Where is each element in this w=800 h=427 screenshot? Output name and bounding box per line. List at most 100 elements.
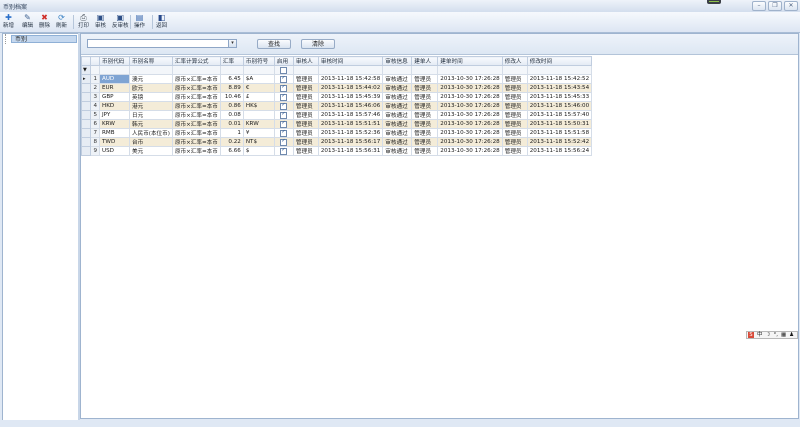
cell-code[interactable]: KRW: [99, 119, 130, 129]
cell-modifier[interactable]: 管理员: [501, 137, 528, 147]
minimize-button[interactable]: –: [752, 1, 766, 11]
enabled-checkbox[interactable]: [280, 129, 288, 137]
cell-enabled[interactable]: [273, 119, 294, 129]
cell-audit-info[interactable]: 审核通过: [382, 110, 413, 120]
column-header[interactable]: 币别符号: [242, 56, 275, 66]
cell-formula[interactable]: 原币×汇率=本币: [171, 83, 221, 93]
filter-cell[interactable]: [273, 65, 294, 75]
cell-symbol[interactable]: [242, 110, 275, 120]
column-header[interactable]: 启用: [273, 56, 294, 66]
cell-modifier[interactable]: 管理员: [501, 110, 528, 120]
cell-name[interactable]: 日元: [129, 110, 173, 120]
search-combo[interactable]: ▾: [87, 39, 237, 48]
cell-modifier[interactable]: 管理员: [501, 128, 528, 138]
cell-audit-time[interactable]: 2013-11-18 15:57:46: [317, 110, 384, 120]
column-header[interactable]: 建单时间: [437, 56, 503, 66]
cell-enabled[interactable]: [273, 92, 294, 102]
row-indicator[interactable]: ▸: [81, 74, 91, 84]
row-indicator[interactable]: [81, 137, 91, 147]
table-row[interactable]: 8TWD台币原币×汇率=本币0.22NT$管理员2013-11-18 15:56…: [81, 137, 593, 147]
column-header[interactable]: 审核人: [292, 56, 319, 66]
cell-create-time[interactable]: 2013-10-30 17:26:28: [437, 146, 503, 156]
filter-cell[interactable]: [382, 65, 413, 75]
toolbar-button-edit[interactable]: ✎ 编辑: [22, 13, 33, 31]
enabled-checkbox[interactable]: [280, 93, 288, 101]
filter-cell[interactable]: [437, 65, 503, 75]
moon-icon[interactable]: ☽: [766, 331, 771, 339]
cell-auditor[interactable]: 管理员: [292, 110, 319, 120]
filter-cell[interactable]: [219, 65, 244, 75]
cell-audit-time[interactable]: 2013-11-18 15:44:02: [317, 83, 384, 93]
cell-enabled[interactable]: [273, 146, 294, 156]
cell-auditor[interactable]: 管理员: [292, 119, 319, 129]
cell-modifier[interactable]: 管理员: [501, 92, 528, 102]
cell-audit-time[interactable]: 2013-11-18 15:51:51: [317, 119, 384, 129]
drag-grip[interactable]: [707, 0, 721, 4]
cell-auditor[interactable]: 管理员: [292, 74, 319, 84]
cell-name[interactable]: 人民币(本位币): [129, 128, 173, 138]
cell-auditor[interactable]: 管理员: [292, 101, 319, 111]
enabled-checkbox[interactable]: [280, 102, 288, 110]
filter-cell[interactable]: [171, 65, 221, 75]
cell-audit-info[interactable]: 审核通过: [382, 146, 413, 156]
filter-cell[interactable]: [526, 65, 593, 75]
cell-symbol[interactable]: $: [242, 146, 275, 156]
toolbar-button-approve[interactable]: ▣ 审核: [95, 13, 106, 31]
cell-modify-time[interactable]: 2013-11-18 15:46:00: [526, 101, 593, 111]
cell-symbol[interactable]: HK$: [242, 101, 275, 111]
cell-rate[interactable]: 0.86: [219, 101, 244, 111]
cell-creator[interactable]: 管理员: [411, 83, 439, 93]
cell-create-time[interactable]: 2013-10-30 17:26:28: [437, 83, 503, 93]
cell-modify-time[interactable]: 2013-11-18 15:51:58: [526, 128, 593, 138]
cell-modify-time[interactable]: 2013-11-18 15:45:33: [526, 92, 593, 102]
row-indicator[interactable]: [81, 110, 91, 120]
cell-audit-info[interactable]: 审核通过: [382, 83, 413, 93]
cell-code[interactable]: EUR: [99, 83, 130, 93]
cell-modifier[interactable]: 管理员: [501, 101, 528, 111]
filter-checkbox[interactable]: [280, 66, 288, 74]
toolbar-button-print[interactable]: ⎙ 打印: [78, 13, 89, 31]
restore-button[interactable]: ❐: [768, 1, 782, 11]
cell-audit-info[interactable]: 审核通过: [382, 74, 413, 84]
cell-symbol[interactable]: €: [242, 83, 275, 93]
cell-enabled[interactable]: [273, 101, 294, 111]
cell-formula[interactable]: 原币×汇率=本币: [171, 92, 221, 102]
find-button[interactable]: 查找: [257, 39, 291, 49]
row-indicator[interactable]: [81, 128, 91, 138]
toolbar-button-refresh[interactable]: ⟳ 刷新: [56, 13, 67, 31]
cell-creator[interactable]: 管理员: [411, 74, 439, 84]
cell-enabled[interactable]: [273, 137, 294, 147]
filter-cell[interactable]: [501, 65, 528, 75]
cell-name[interactable]: 港元: [129, 101, 173, 111]
cell-name[interactable]: 澳元: [129, 74, 173, 84]
column-header[interactable]: 汇率计算公式: [171, 56, 221, 66]
cell-auditor[interactable]: 管理员: [292, 92, 319, 102]
table-row[interactable]: 2EUR欧元原币×汇率=本币8.89€管理员2013-11-18 15:44:0…: [81, 83, 593, 93]
tree-item-currency[interactable]: 币别: [11, 35, 77, 43]
cell-formula[interactable]: 原币×汇率=本币: [171, 74, 221, 84]
filter-cell[interactable]: [411, 65, 439, 75]
user-icon[interactable]: ♟: [789, 331, 794, 339]
toolbar-button-operate[interactable]: ▤ 操作: [134, 13, 145, 31]
cell-code[interactable]: GBP: [99, 92, 130, 102]
cell-creator[interactable]: 管理员: [411, 146, 439, 156]
cell-audit-info[interactable]: 审核通过: [382, 137, 413, 147]
punct-icon[interactable]: °,: [773, 331, 778, 339]
column-header[interactable]: 审核信息: [382, 56, 413, 66]
row-indicator[interactable]: [81, 92, 91, 102]
cell-symbol[interactable]: $A: [242, 74, 275, 84]
cell-creator[interactable]: 管理员: [411, 119, 439, 129]
cell-audit-info[interactable]: 审核通过: [382, 128, 413, 138]
column-header[interactable]: 建单人: [411, 56, 439, 66]
cell-create-time[interactable]: 2013-10-30 17:26:28: [437, 137, 503, 147]
row-indicator[interactable]: [81, 101, 91, 111]
cell-create-time[interactable]: 2013-10-30 17:26:28: [437, 119, 503, 129]
cell-formula[interactable]: 原币×汇率=本币: [171, 128, 221, 138]
cell-create-time[interactable]: 2013-10-30 17:26:28: [437, 128, 503, 138]
enabled-checkbox[interactable]: [280, 120, 288, 128]
table-row[interactable]: 9USD美元原币×汇率=本币6.66$管理员2013-11-18 15:56:3…: [81, 146, 593, 156]
cell-audit-time[interactable]: 2013-11-18 15:56:17: [317, 137, 384, 147]
cell-creator[interactable]: 管理员: [411, 92, 439, 102]
row-indicator[interactable]: [81, 146, 91, 156]
cell-code[interactable]: AUD: [99, 74, 130, 84]
